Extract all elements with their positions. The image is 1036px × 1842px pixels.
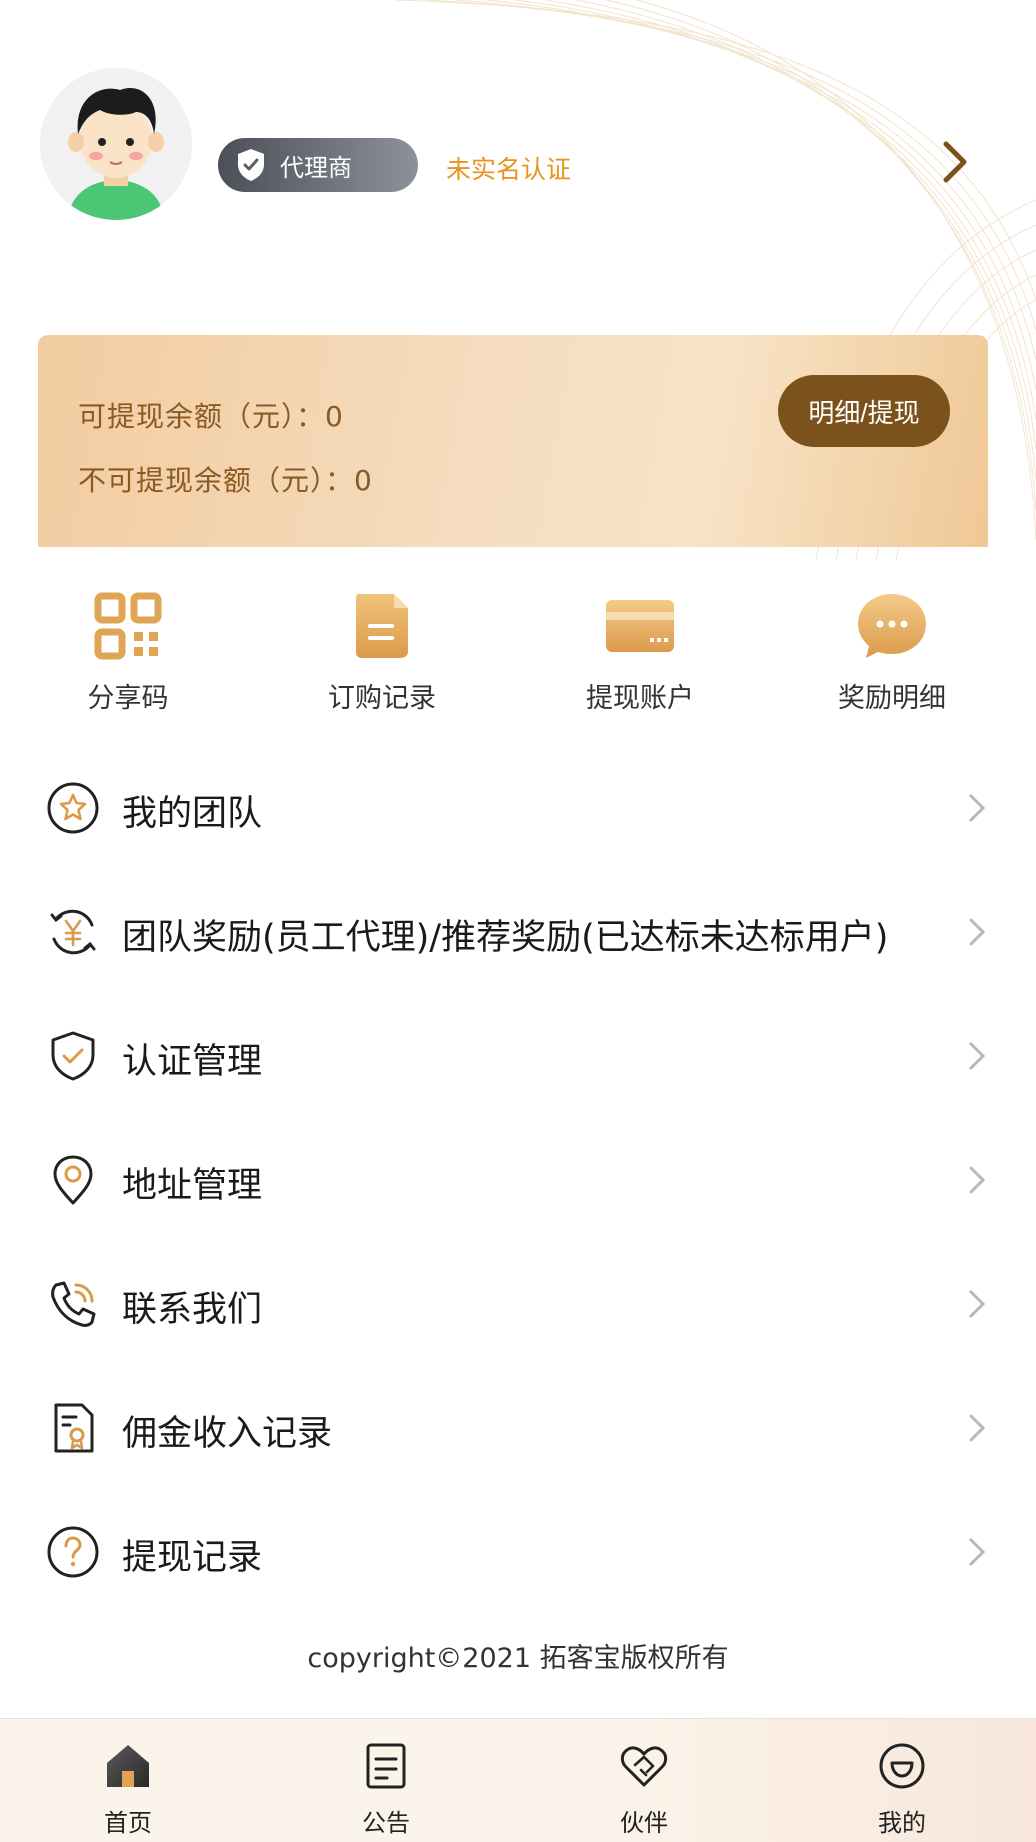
yen-refresh-icon xyxy=(50,909,96,955)
menu-item-withdraw-records[interactable]: 提现记录 xyxy=(0,1489,1036,1613)
document-icon xyxy=(356,594,408,658)
chevron-right-icon[interactable] xyxy=(940,140,970,184)
chat-bubble-icon xyxy=(858,594,926,658)
menu-item-commission-records[interactable]: 佣金收入记录 xyxy=(0,1365,1036,1489)
qr-code-icon xyxy=(94,592,162,660)
quick-reward-details[interactable]: 奖励明细 xyxy=(792,590,992,715)
non-withdrawable-balance: 不可提现余额（元）：0 xyxy=(78,464,373,497)
home-icon xyxy=(107,1745,149,1787)
tab-label: 伙伴 xyxy=(620,1809,668,1837)
notice-icon xyxy=(366,1743,406,1789)
balance-card: 可提现余额（元）：0 不可提现余额（元）：0 明细/提现 xyxy=(38,335,988,547)
location-pin-icon xyxy=(53,1155,93,1205)
menu-label: 提现记录 xyxy=(122,1538,263,1578)
menu-item-address-management[interactable]: 地址管理 xyxy=(0,1117,1036,1241)
menu-label: 联系我们 xyxy=(122,1290,263,1330)
avatar[interactable] xyxy=(40,68,192,220)
handshake-heart-icon xyxy=(620,1746,668,1787)
role-label: 代理商 xyxy=(280,153,352,182)
menu-label: 地址管理 xyxy=(122,1166,263,1206)
menu-list: 我的团队 团队奖励(员工代理)/推荐奖励(已达标未达标用户) 认证管理 地址管理 xyxy=(0,745,1036,1613)
smile-icon xyxy=(879,1743,925,1789)
menu-label: 佣金收入记录 xyxy=(122,1414,333,1454)
tab-notice[interactable]: 公告 xyxy=(286,1719,486,1842)
copyright-text: copyright©2021 拓客宝版权所有 xyxy=(307,1643,729,1674)
quick-share-code[interactable]: 分享码 xyxy=(28,590,228,715)
quick-order-records[interactable]: 订购记录 xyxy=(282,590,482,715)
menu-label: 我的团队 xyxy=(122,794,263,834)
star-circle-icon xyxy=(47,782,99,834)
tab-partner[interactable]: 伙伴 xyxy=(544,1719,744,1842)
question-circle-icon xyxy=(47,1526,99,1578)
shield-check-icon xyxy=(51,1031,95,1081)
profile-header: 代理商 未实名认证 xyxy=(0,0,1036,330)
avatar-illustration-icon xyxy=(40,68,192,220)
chevron-right-icon xyxy=(969,918,986,946)
bank-card-icon xyxy=(606,600,674,652)
menu-item-contact-us[interactable]: 联系我们 xyxy=(0,1241,1036,1365)
quick-actions: 分享码 订购记录 提现账户 奖励明细 xyxy=(0,590,1036,730)
role-badge: 代理商 xyxy=(218,138,418,192)
tab-mine[interactable]: 我的 xyxy=(802,1719,1002,1842)
tab-label: 我的 xyxy=(878,1809,926,1837)
quick-withdraw-account[interactable]: 提现账户 xyxy=(540,590,740,715)
real-name-auth-status[interactable]: 未实名认证 xyxy=(446,150,571,186)
bottom-tab-bar: 首页 公告 伙伴 我的 xyxy=(0,1718,1036,1842)
chevron-right-icon xyxy=(969,1290,986,1318)
tab-label: 公告 xyxy=(362,1809,410,1837)
chevron-right-icon xyxy=(969,1538,986,1566)
menu-label: 认证管理 xyxy=(122,1042,263,1082)
phone-icon xyxy=(51,1281,96,1327)
chevron-right-icon xyxy=(969,1414,986,1442)
shield-check-icon xyxy=(238,149,264,181)
quick-label: 奖励明细 xyxy=(838,683,946,714)
tab-home[interactable]: 首页 xyxy=(28,1719,228,1842)
tab-label: 首页 xyxy=(104,1809,152,1837)
commission-document-icon xyxy=(54,1403,94,1453)
menu-item-team-rewards[interactable]: 团队奖励(员工代理)/推荐奖励(已达标未达标用户) xyxy=(0,869,1036,993)
detail-withdraw-button[interactable]: 明细/提现 xyxy=(778,375,950,447)
quick-label: 订购记录 xyxy=(328,683,436,714)
chevron-right-icon xyxy=(969,1042,986,1070)
menu-item-my-team[interactable]: 我的团队 xyxy=(0,745,1036,869)
quick-label: 分享码 xyxy=(87,683,169,714)
withdrawable-balance: 可提现余额（元）：0 xyxy=(78,400,344,433)
menu-label: 团队奖励(员工代理)/推荐奖励(已达标未达标用户) xyxy=(122,918,889,958)
chevron-right-icon xyxy=(969,1166,986,1194)
menu-item-auth-management[interactable]: 认证管理 xyxy=(0,993,1036,1117)
chevron-right-icon xyxy=(969,794,986,822)
quick-label: 提现账户 xyxy=(586,683,694,714)
